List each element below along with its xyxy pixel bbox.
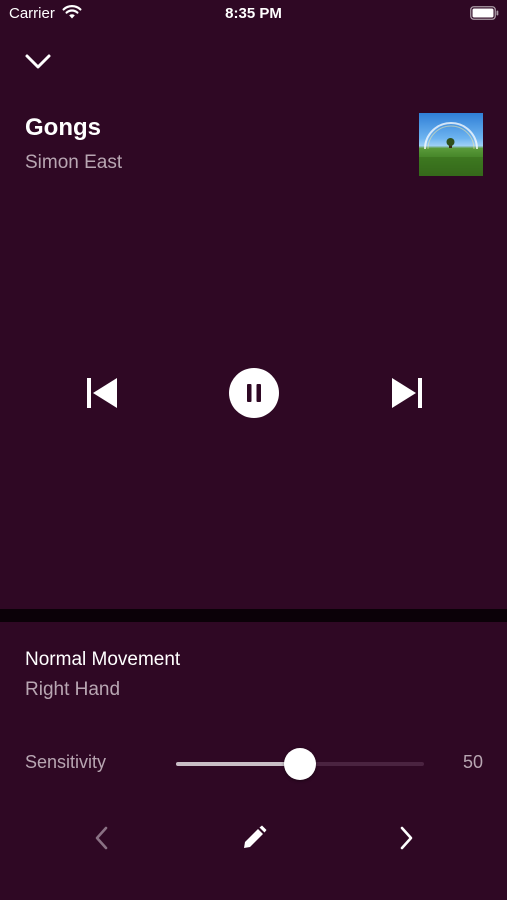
pencil-icon [244, 825, 267, 848]
movement-title: Normal Movement [25, 649, 181, 670]
chevron-right-icon [400, 826, 413, 850]
sensitivity-slider[interactable] [176, 748, 424, 780]
chevron-left-icon [95, 826, 108, 850]
slider-fill [176, 762, 300, 766]
sensitivity-value: 50 [462, 752, 483, 772]
pause-icon [247, 384, 261, 402]
track-title: Gongs [25, 114, 101, 141]
previous-movement-button[interactable] [88, 822, 116, 854]
collapse-button[interactable] [22, 48, 54, 76]
skip-next-button[interactable] [389, 376, 425, 410]
edit-button[interactable] [240, 824, 268, 852]
movement-panel: Normal Movement Right Hand Sensitivity 5… [0, 622, 507, 900]
player-screen: Carrier 8:35 PM Gongs Simon East Normal … [0, 0, 507, 900]
battery-icon [470, 6, 499, 20]
skip-previous-button[interactable] [84, 376, 120, 410]
skip-previous-icon [87, 378, 117, 408]
movement-subtitle: Right Hand [25, 679, 121, 700]
status-bar: Carrier 8:35 PM [0, 0, 507, 30]
sensitivity-label: Sensitivity [25, 752, 107, 772]
next-movement-button[interactable] [392, 822, 420, 854]
album-art [419, 113, 483, 176]
play-pause-button[interactable] [229, 368, 279, 418]
skip-next-icon [392, 378, 422, 408]
status-time: 8:35 PM [225, 5, 282, 22]
slider-thumb[interactable] [284, 748, 316, 780]
track-artist: Simon East [25, 152, 123, 173]
chevron-down-icon [25, 54, 51, 69]
playback-controls [0, 360, 507, 430]
section-divider [0, 609, 507, 622]
